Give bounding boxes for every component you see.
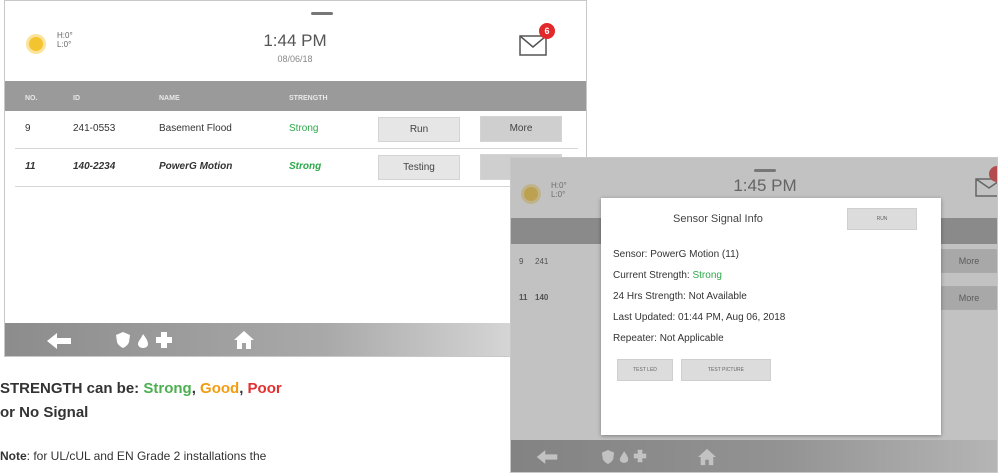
sensor-name: Sensor: PowerG Motion (11) [613, 249, 739, 260]
row-id: 241-0553 [73, 123, 116, 134]
run-button[interactable]: Run [378, 117, 460, 142]
current-strength: Current Strength: Strong [613, 270, 722, 281]
message-count-badge: 6 [539, 23, 555, 39]
dialog-title: Sensor Signal Info [673, 213, 763, 225]
row-name: Basement Flood [159, 123, 232, 134]
strength-good: Good [200, 380, 240, 397]
col-id: ID [73, 95, 80, 102]
current-strength-value: Strong [692, 270, 722, 281]
row-divider [15, 186, 578, 187]
row-id: 140-2234 [73, 161, 116, 172]
row-no: 9 [25, 123, 31, 134]
last-updated: Last Updated: 01:44 PM, Aug 06, 2018 [613, 312, 786, 323]
note-text: Note: for UL/cUL and EN Grade 2 installa… [0, 449, 266, 463]
clock-time: 1:44 PM [263, 31, 327, 50]
caption-separator: , [191, 380, 201, 397]
col-name: NAME [159, 95, 180, 102]
sensor-signal-dialog: Sensor Signal Info RUN Sensor: PowerG Mo… [601, 198, 941, 435]
flame-icon[interactable] [137, 333, 149, 354]
back-arrow-icon[interactable] [45, 332, 73, 355]
sun-icon [29, 37, 43, 51]
more-button[interactable]: More [480, 116, 562, 142]
note-body: : for UL/cUL and EN Grade 2 installation… [26, 449, 267, 463]
table-row[interactable]: 9 241-0553 Basement Flood Strong Run Mor… [5, 111, 586, 147]
test-picture-button[interactable]: TEST PICTURE [681, 359, 771, 381]
col-strength: STRENGTH [289, 95, 328, 102]
caption-separator: , [239, 380, 248, 397]
pull-down-handle[interactable] [311, 12, 333, 15]
col-no: NO. [25, 95, 38, 102]
sensor-signal-screen: H:0° L:0° 1:45 PM 9 241 More 11 140 More [510, 157, 998, 473]
test-led-button[interactable]: TEST LED [617, 359, 673, 381]
table-header: NO. ID NAME STRENGTH [5, 81, 586, 111]
temp-high: H:0° [57, 31, 73, 40]
table-row[interactable]: 11 140-2234 PowerG Motion Strong Testing [5, 149, 586, 185]
strength-24hrs: 24 Hrs Strength: Not Available [613, 291, 747, 302]
strength-caption: STRENGTH can be: Strong, Good, Poor or N… [0, 377, 282, 425]
shield-icon[interactable] [115, 331, 131, 354]
row-name: PowerG Motion [159, 161, 233, 172]
caption-line2: or No Signal [0, 404, 89, 421]
row-no: 11 [25, 161, 36, 172]
home-icon[interactable] [233, 330, 255, 355]
strength-poor: Poor [247, 380, 282, 397]
sensor-list-screen: H:0° L:0° 1:44 PM 08/06/18 6 NO. ID NAME… [4, 0, 587, 357]
testing-button[interactable]: Testing [378, 155, 460, 180]
repeater-status: Repeater: Not Applicable [613, 333, 724, 344]
row-strength: Strong [289, 123, 319, 134]
bottom-nav-bar [5, 323, 586, 356]
current-strength-label: Current Strength: [613, 270, 693, 281]
note-label: Note [0, 449, 27, 463]
temp-low: L:0° [57, 40, 72, 49]
strength-strong: Strong [143, 380, 192, 397]
medical-cross-icon[interactable] [155, 331, 173, 354]
row-strength: Strong [289, 161, 322, 172]
weather-readout: H:0° L:0° [57, 31, 73, 49]
run-button[interactable]: RUN [847, 208, 917, 230]
clock-date: 08/06/18 [277, 54, 313, 64]
caption-prefix: STRENGTH can be: [0, 380, 144, 397]
